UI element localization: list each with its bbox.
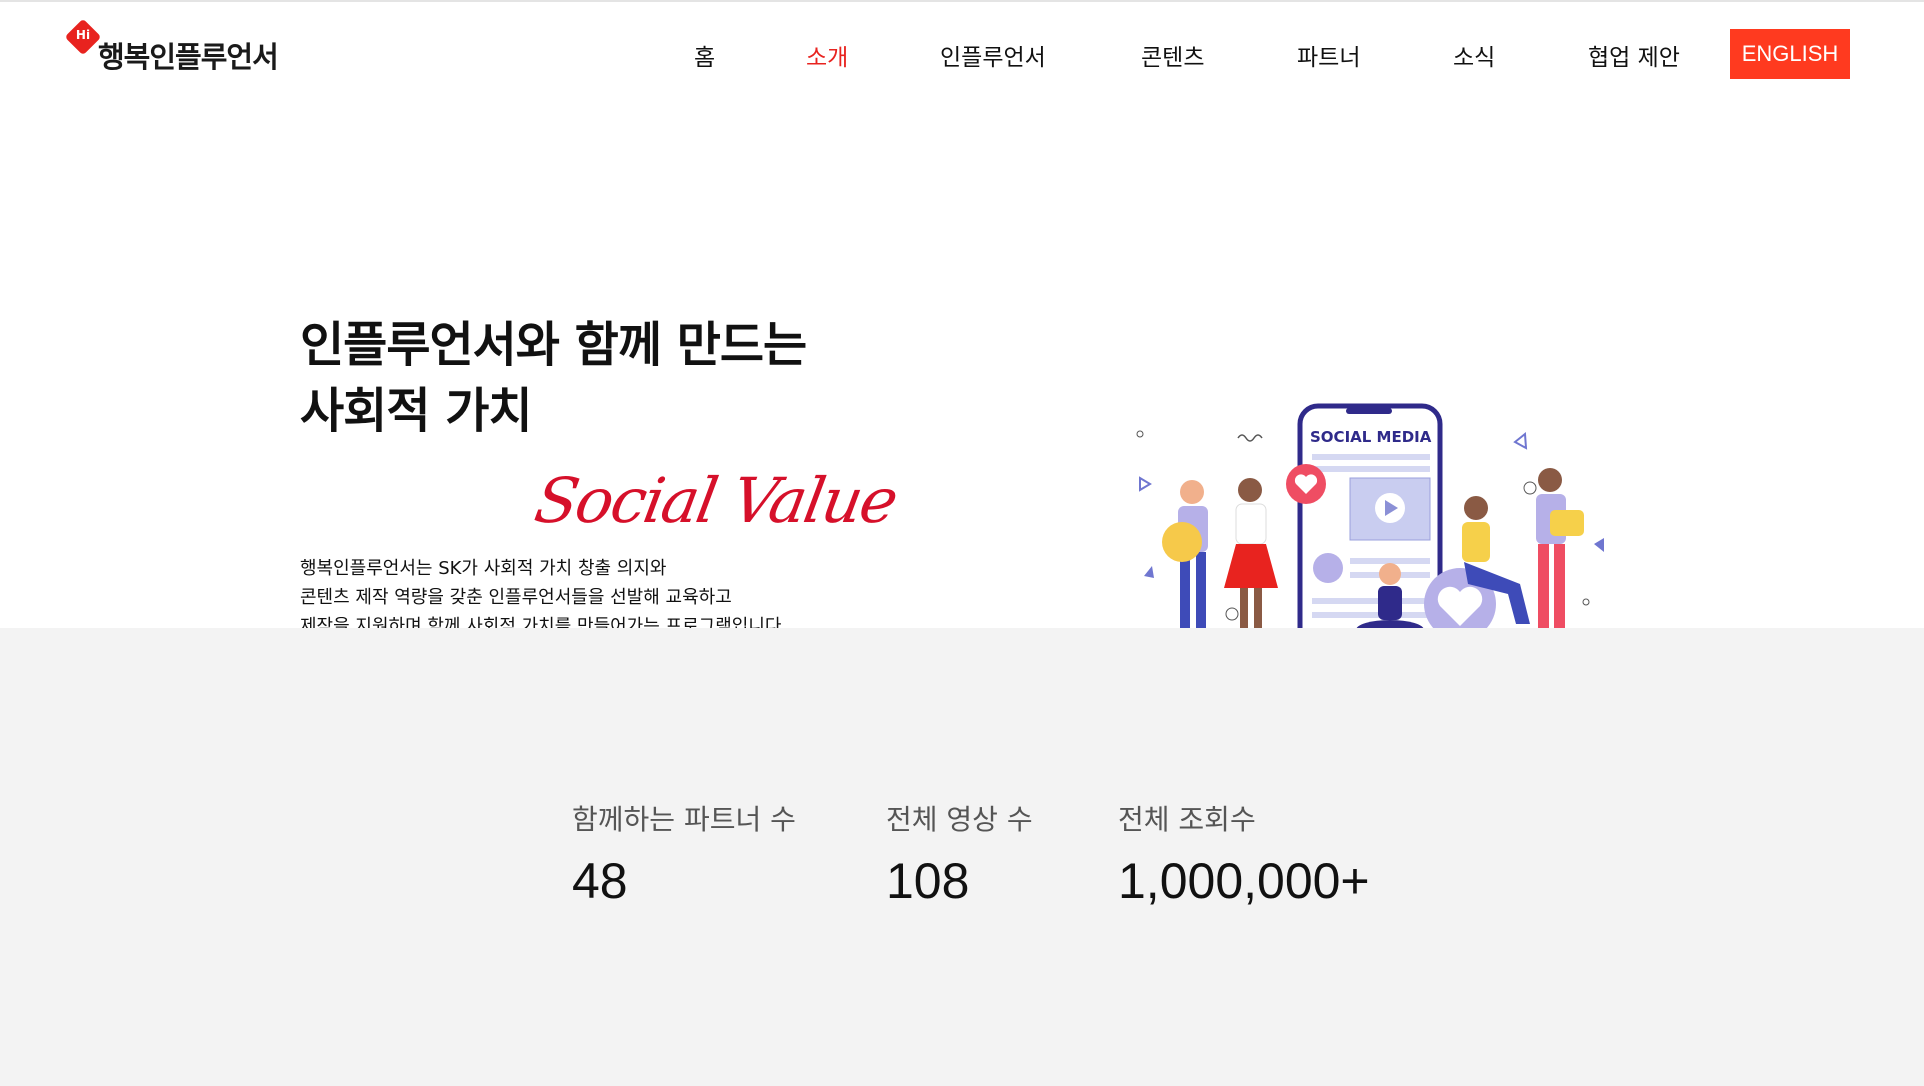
like-icon (1550, 510, 1584, 536)
stat-partners: 함께하는 파트너 수 48 (572, 798, 796, 910)
stat-views: 전체 조회수 1,000,000+ (1118, 798, 1370, 910)
nav-item-news[interactable]: 소식 (1453, 38, 1495, 72)
stat-videos-label: 전체 영상 수 (886, 803, 1033, 836)
stat-views-label: 전체 조회수 (1118, 803, 1256, 836)
nav-item-contents[interactable]: 콘텐츠 (1141, 38, 1204, 72)
triangle-deco-4 (1594, 538, 1604, 552)
person-1-leg-left (1180, 552, 1190, 632)
nav-item-about[interactable]: 소개 (806, 38, 848, 72)
squiggle-deco-1 (1237, 434, 1263, 442)
circle-deco-4 (1582, 598, 1590, 606)
phone-bar-6 (1312, 612, 1430, 618)
circle-deco-1 (1136, 430, 1144, 438)
nav-item-influencer[interactable]: 인플루언서 (940, 38, 1046, 72)
stat-partners-value: 48 (572, 853, 628, 909)
hero-script-text: Social Value (529, 464, 902, 537)
english-button[interactable]: ENGLISH (1730, 29, 1850, 79)
nav-item-home[interactable]: 홈 (694, 38, 715, 72)
person-5-leg-right (1554, 544, 1565, 632)
hero-section: 인플루언서와 함께 만드는 사회적 가치 Social Value 행복인플루언… (0, 102, 1924, 649)
hero-headline-line2: 사회적 가치 (300, 383, 533, 439)
nav-item-partner[interactable]: 파트너 (1297, 38, 1360, 72)
triangle-deco-1 (1139, 476, 1152, 492)
person-3-body (1378, 586, 1402, 620)
hero-headline: 인플루언서와 함께 만드는 사회적 가치 (300, 312, 807, 444)
phone-bar-2 (1312, 466, 1430, 472)
circle-deco-3 (1523, 481, 1537, 495)
person-2-leg-left (1240, 588, 1248, 632)
person-4-head (1464, 496, 1488, 520)
logo-badge-text: Hi (75, 28, 91, 42)
person-4-body (1462, 522, 1490, 562)
nav-item-collaboration[interactable]: 협업 제안 (1588, 38, 1680, 72)
phone-label: SOCIAL MEDIA (1310, 428, 1432, 446)
social-media-illustration: SOCIAL MEDIA (1130, 403, 1630, 649)
triangle-deco-2 (1513, 432, 1528, 450)
stat-partners-label: 함께하는 파트너 수 (572, 803, 796, 836)
person-2-head (1238, 478, 1262, 502)
person-2-skirt (1224, 544, 1278, 588)
triangle-deco-3 (1144, 566, 1154, 578)
stat-videos: 전체 영상 수 108 (886, 798, 1033, 910)
circle-deco-2 (1225, 607, 1239, 621)
logo-text: 행복인플루언서 (98, 40, 279, 74)
stat-videos-value: 108 (886, 853, 970, 909)
site-header: Hi 행복인플루언서 홈 소개 인플루언서 콘텐츠 파트너 소식 협업 제안 E… (0, 0, 1924, 102)
phone-bar-1 (1312, 454, 1430, 460)
avatar-dot-icon (1313, 553, 1343, 583)
hero-description-line2: 콘텐츠 제작 역량을 갖춘 인플루언서들을 선발해 교육하고 (300, 587, 732, 608)
person-2-leg-right (1254, 588, 1262, 632)
hero-headline-line1: 인플루언서와 함께 만드는 (300, 317, 807, 373)
person-1-leg-right (1196, 552, 1206, 632)
person-5-head (1538, 468, 1562, 492)
stats-section: 함께하는 파트너 수 48 전체 영상 수 108 전체 조회수 1,000,0… (0, 628, 1924, 1086)
smiley-icon (1162, 522, 1202, 562)
person-3-head (1379, 563, 1401, 585)
stat-views-value: 1,000,000+ (1118, 853, 1370, 909)
person-2-body (1235, 503, 1267, 545)
person-5-leg-left (1538, 544, 1549, 632)
person-1-head (1180, 480, 1204, 504)
phone-notch (1346, 408, 1392, 414)
hero-description-line1: 행복인플루언서는 SK가 사회적 가치 창출 의지와 (300, 558, 667, 579)
site-logo[interactable]: Hi 행복인플루언서 (64, 18, 308, 78)
phone-bar-5 (1312, 598, 1430, 604)
